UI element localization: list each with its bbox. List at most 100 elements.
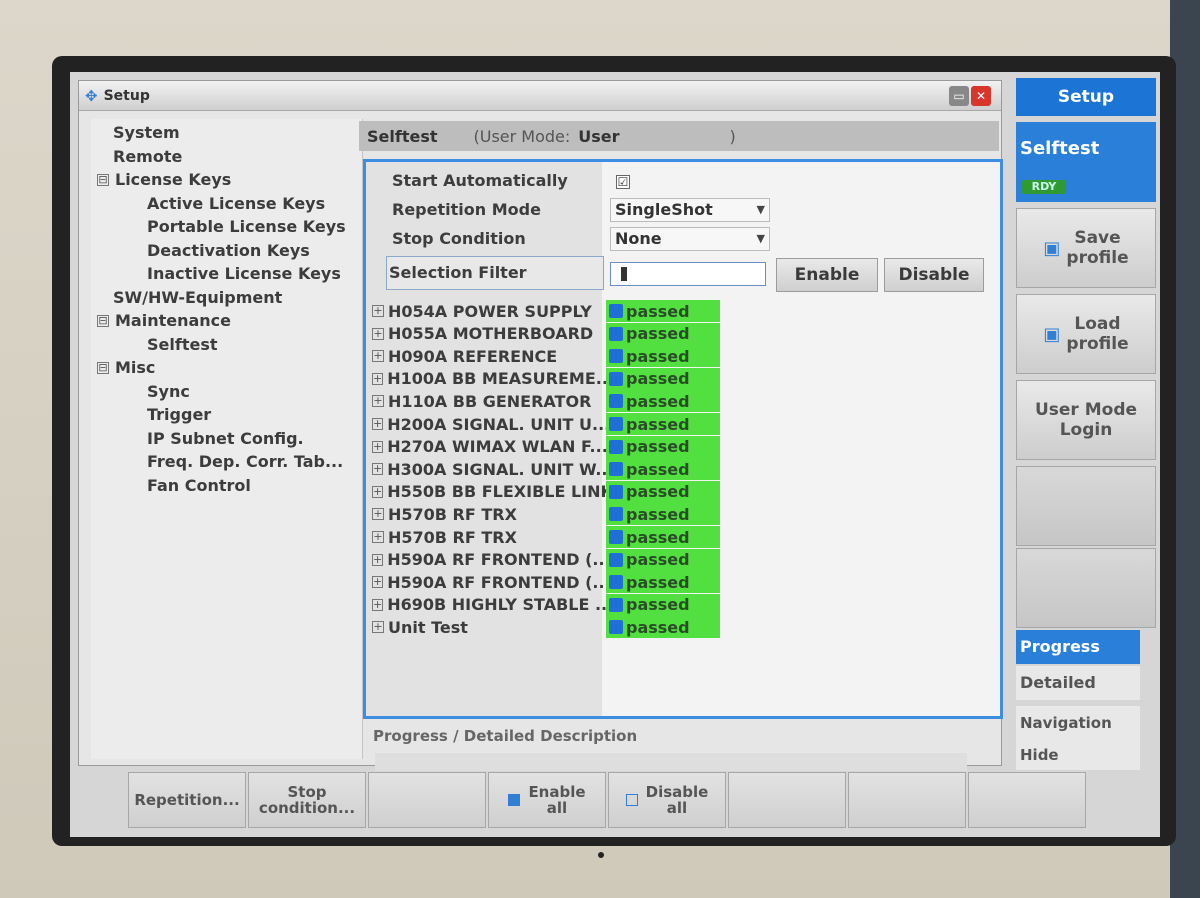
test-row-name[interactable]: + H054A POWER SUPPLY [372, 300, 606, 322]
enable-button[interactable]: Enable [776, 258, 878, 292]
close-icon[interactable]: ✕ [971, 86, 991, 106]
start-automatically-checkbox[interactable]: ☑ [616, 175, 630, 189]
test-status[interactable]: passed [606, 413, 720, 435]
tree-item[interactable]: Freq. Dep. Corr. Tab... [147, 452, 343, 471]
hide-button[interactable]: Hide [1016, 740, 1140, 770]
test-row-name[interactable]: + H690B HIGHLY STABLE ... [372, 594, 606, 616]
expand-icon[interactable]: + [372, 576, 384, 589]
tree-item[interactable]: Fan Control [147, 476, 251, 495]
user-mode-login-button[interactable]: User Mode Login [1016, 380, 1156, 460]
test-status[interactable]: passed [606, 616, 720, 639]
progress-tab[interactable]: Progress [1016, 630, 1140, 664]
expand-icon[interactable]: + [372, 395, 384, 408]
status-square-icon[interactable] [609, 326, 623, 341]
tree-item[interactable]: Trigger [147, 405, 211, 424]
tree-item[interactable]: ⊟ Maintenance [97, 311, 231, 330]
test-status[interactable]: passed [606, 300, 720, 322]
test-status[interactable]: passed [606, 458, 720, 481]
blank-softkey[interactable] [848, 772, 966, 828]
status-square-icon[interactable] [609, 575, 623, 590]
test-status[interactable]: passed [606, 390, 720, 413]
tree-item[interactable]: Portable License Keys [147, 217, 346, 236]
repetition-mode-dropdown[interactable]: SingleShot ▼ [610, 198, 770, 222]
test-row-name[interactable]: + H570B RF TRX [372, 503, 606, 525]
status-square-icon[interactable] [609, 349, 623, 364]
test-row-name[interactable]: + Unit Test [372, 616, 606, 638]
status-square-icon[interactable] [609, 530, 623, 544]
load-profile-button[interactable]: ▣ Load profile [1016, 294, 1156, 374]
test-status[interactable]: passed [606, 435, 720, 458]
tree-item[interactable]: Deactivation Keys [147, 241, 310, 260]
collapse-icon[interactable]: ⊟ [97, 173, 109, 186]
expand-icon[interactable]: + [372, 350, 384, 363]
test-status[interactable]: passed [606, 480, 720, 503]
test-row-name[interactable]: + H055A MOTHERBOARD [372, 323, 606, 345]
setup-menu-title[interactable]: Setup [1016, 78, 1156, 116]
test-status[interactable]: passed [606, 503, 720, 526]
expand-icon[interactable]: + [372, 598, 384, 611]
enable-all-softkey[interactable]: Enable all [488, 772, 606, 828]
expand-icon[interactable]: + [372, 485, 384, 498]
tree-item[interactable]: Remote [113, 147, 182, 166]
test-row-name[interactable]: + H100A BB MEASUREME... [372, 368, 606, 390]
expand-icon[interactable]: + [372, 418, 384, 430]
expand-icon[interactable]: + [372, 327, 384, 340]
collapse-icon[interactable]: ⊟ [97, 361, 109, 374]
test-row-name[interactable]: + H090A REFERENCE [372, 345, 606, 367]
test-row-name[interactable]: + H270A WIMAX WLAN F... [372, 436, 606, 458]
status-square-icon[interactable] [609, 597, 623, 612]
test-status[interactable]: passed [606, 571, 720, 594]
save-profile-button[interactable]: ▣ Save profile [1016, 208, 1156, 288]
expand-icon[interactable]: + [372, 531, 384, 543]
status-square-icon[interactable] [609, 462, 623, 477]
blank-softkey[interactable] [968, 772, 1086, 828]
minimize-icon[interactable]: ▭ [949, 86, 969, 106]
status-square-icon[interactable] [609, 484, 623, 499]
expand-icon[interactable]: + [372, 553, 384, 566]
blank-right-softkey[interactable] [1016, 548, 1156, 628]
blank-right-softkey[interactable] [1016, 466, 1156, 546]
test-status[interactable]: passed [606, 526, 720, 548]
test-status[interactable]: passed [606, 345, 720, 368]
status-square-icon[interactable] [609, 417, 623, 431]
test-row-name[interactable]: + H300A SIGNAL. UNIT W... [372, 458, 606, 480]
status-square-icon[interactable] [609, 552, 623, 567]
test-status[interactable]: passed [606, 322, 720, 345]
navigation-label[interactable]: Navigation [1016, 706, 1140, 740]
status-square-icon[interactable] [609, 304, 623, 318]
expand-icon[interactable]: + [372, 372, 384, 385]
test-row-name[interactable]: + H570B RF TRX [372, 526, 606, 548]
selftest-softkey[interactable]: Selftest RDY [1016, 122, 1156, 202]
status-square-icon[interactable] [609, 394, 623, 409]
blank-softkey[interactable] [728, 772, 846, 828]
status-square-icon[interactable] [609, 507, 623, 522]
detailed-tab[interactable]: Detailed [1016, 666, 1140, 700]
status-square-icon[interactable] [609, 371, 623, 386]
tree-item[interactable]: ⊟ Misc [97, 358, 155, 377]
repetition-softkey[interactable]: Repetition... [128, 772, 246, 828]
stop-condition-dropdown[interactable]: None ▼ [610, 227, 770, 251]
test-row-name[interactable]: + H550B BB FLEXIBLE LINK [372, 481, 606, 503]
blank-softkey[interactable] [368, 772, 486, 828]
test-row-name[interactable]: + H590A RF FRONTEND (... [372, 549, 606, 571]
test-status[interactable]: passed [606, 367, 720, 390]
stop-condition-softkey[interactable]: Stop condition... [248, 772, 366, 828]
tree-item[interactable]: Active License Keys [147, 194, 325, 213]
expand-icon[interactable]: + [372, 463, 384, 476]
collapse-icon[interactable]: ⊟ [97, 314, 109, 327]
test-status[interactable]: passed [606, 593, 720, 616]
tree-item[interactable]: Inactive License Keys [147, 264, 341, 283]
test-status[interactable]: passed [606, 548, 720, 571]
test-row-name[interactable]: + H590A RF FRONTEND (... [372, 571, 606, 593]
tree-item[interactable]: Selftest [147, 335, 218, 354]
selection-filter-input[interactable] [610, 262, 766, 286]
disable-button[interactable]: Disable [884, 258, 984, 292]
expand-icon[interactable]: + [372, 621, 384, 634]
tree-item[interactable]: SW/HW-Equipment [113, 288, 282, 307]
expand-icon[interactable]: + [372, 508, 384, 521]
status-square-icon[interactable] [609, 620, 623, 635]
tree-item[interactable]: IP Subnet Config. [147, 429, 304, 448]
disable-all-softkey[interactable]: Disable all [608, 772, 726, 828]
tree-item[interactable]: ⊟ License Keys [97, 170, 231, 189]
tree-item[interactable]: Sync [147, 382, 190, 401]
